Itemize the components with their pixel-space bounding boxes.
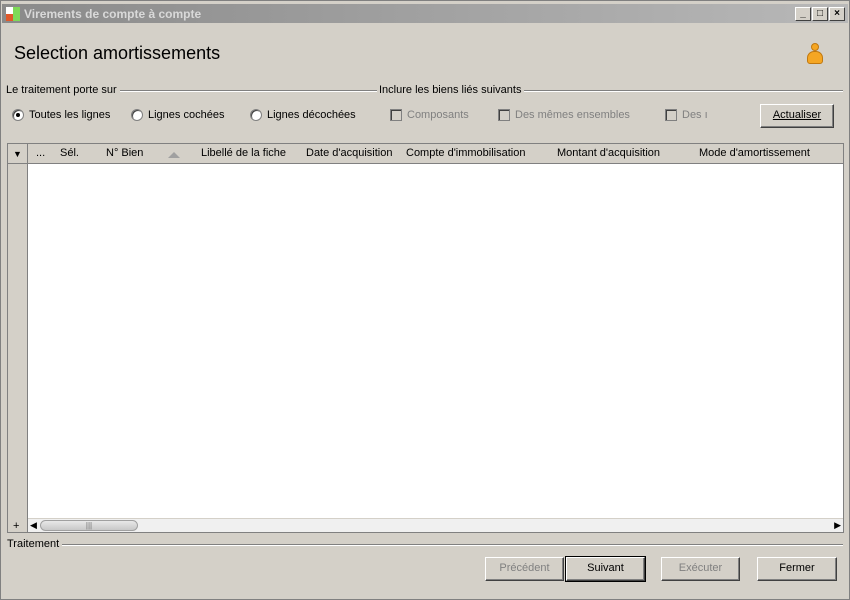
main-window: Virements de compte à compte _ □ × Selec… [0,0,850,600]
radio-unchecked-lines-dot[interactable] [250,109,262,121]
status-label: Traitement [7,538,63,550]
checkbox-components[interactable]: Composants [390,109,469,121]
title-bar[interactable]: Virements de compte à compte _ □ × [2,4,848,23]
column-header-asset-account[interactable]: Compte d'immobilisation [406,147,525,159]
sort-ascending-icon [168,152,180,158]
assets-grid[interactable]: ▼ ... Sél. N° Bien Libellé de la fiche D… [7,143,844,533]
radio-unchecked-lines-label: Lignes décochées [267,109,356,121]
checkbox-same-sets-box[interactable] [498,109,510,121]
maximize-button[interactable]: □ [812,7,828,21]
header-area: Selection amortissements [2,23,848,83]
page-title: Selection amortissements [14,43,221,63]
radio-all-lines-label: Toutes les lignes [29,109,111,121]
radio-checked-lines[interactable]: Lignes cochées [131,109,224,121]
checkbox-same-sets-label: Des mêmes ensembles [515,109,630,121]
close-dialog-button[interactable]: Fermer [757,557,837,581]
person-icon[interactable] [806,43,824,65]
checkbox-components-label: Composants [407,109,469,121]
column-header-select[interactable]: Sél. [60,147,79,159]
previous-button[interactable]: Précédent [485,557,564,581]
radio-all-lines[interactable]: Toutes les lignes [12,109,110,121]
column-header-acquisition-date[interactable]: Date d'acquisition [306,147,393,159]
refresh-button[interactable]: Actualiser [760,104,834,128]
checkbox-des[interactable]: Des ı [665,109,708,121]
app-icon [6,7,20,21]
column-header-depreciation-mode[interactable]: Mode d'amortissement [699,147,810,159]
add-row-icon[interactable]: + [13,520,19,532]
checkbox-components-box[interactable] [390,109,402,121]
radio-all-lines-dot[interactable] [12,109,24,121]
close-button[interactable]: × [829,7,845,21]
next-button[interactable]: Suivant [565,556,646,582]
refresh-button-label: Actualiser [772,109,822,121]
horizontal-scrollbar[interactable]: ◀ ||| ▶ [28,518,843,532]
scroll-right-icon[interactable]: ▶ [834,520,841,531]
execute-button[interactable]: Exécuter [661,557,740,581]
linked-group-label: Inclure les biens liés suivants [379,84,525,96]
scroll-thumb[interactable]: ||| [40,520,138,531]
radio-unchecked-lines[interactable]: Lignes décochées [250,109,356,121]
minimize-button[interactable]: _ [795,7,811,21]
grid-header: ▼ ... Sél. N° Bien Libellé de la fiche D… [8,144,843,164]
row-header-strip [8,164,28,532]
column-header-acquisition-amount[interactable]: Montant d'acquisition [557,147,660,159]
column-header-more[interactable]: ... [36,147,45,159]
radio-checked-lines-dot[interactable] [131,109,143,121]
window-title: Virements de compte à compte [24,7,202,21]
checkbox-des-box[interactable] [665,109,677,121]
column-menu-icon[interactable]: ▼ [8,144,28,164]
checkbox-same-sets[interactable]: Des mêmes ensembles [498,109,630,121]
column-header-label[interactable]: Libellé de la fiche [201,147,286,159]
status-divider [7,544,843,546]
radio-checked-lines-label: Lignes cochées [148,109,225,121]
scroll-left-icon[interactable]: ◀ [30,520,37,531]
checkbox-des-label: Des ı [682,109,708,121]
column-header-asset-number[interactable]: N° Bien [106,147,143,159]
scope-group-label: Le traitement porte sur [6,84,120,96]
